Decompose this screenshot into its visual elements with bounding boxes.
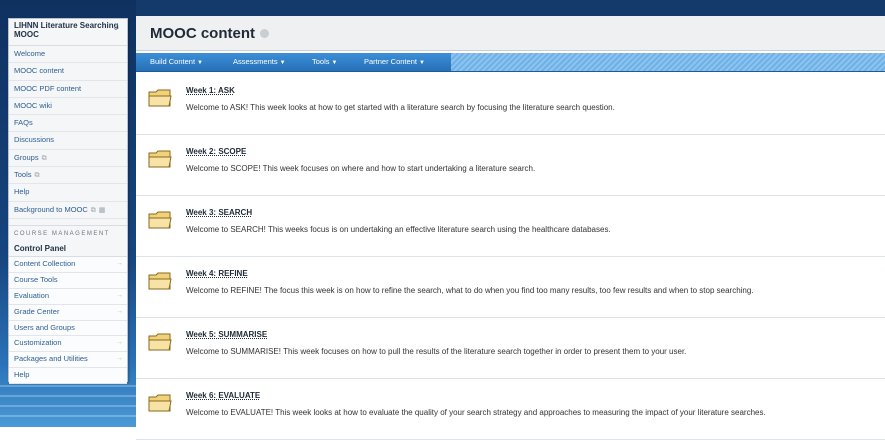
course-management-heading: COURSE MANAGEMENT — [9, 224, 127, 242]
options-icon[interactable] — [260, 28, 269, 38]
folder-icon[interactable] — [148, 210, 172, 230]
arrow-right-icon: → — [116, 291, 123, 299]
content-item-title[interactable]: Week 6: EVALUATE — [186, 391, 260, 400]
main-content: MOOC content Build Content ▼ Assessments ▼… — [136, 16, 885, 440]
course-menu: LIHNN Literature Searching MOOC ⌂ Welcom… — [8, 18, 128, 385]
partner-content-button[interactable]: Partner Content ▼ — [364, 53, 425, 71]
external-link-icon: ⧉ — [90, 206, 96, 214]
content-item-week-4: Week 4: REFINE Welcome to REFINE! The fo… — [136, 257, 885, 318]
menu-item-discussions[interactable]: Discussions — [9, 132, 127, 150]
content-item-description: Welcome to REFINE! The focus this week i… — [186, 286, 754, 295]
menu-item-faqs[interactable]: FAQs — [9, 115, 127, 133]
content-item-title[interactable]: Week 5: SUMMARISE — [186, 330, 267, 339]
menu-item-tools[interactable]: Tools ⧉ — [9, 167, 127, 185]
cp-item-content-collection[interactable]: Content Collection → — [9, 256, 127, 273]
hidden-icon: ▦ — [98, 206, 106, 214]
cp-item-customization[interactable]: Customization → — [9, 336, 127, 353]
content-item-title[interactable]: Week 4: REFINE — [186, 269, 248, 278]
cp-item-help[interactable]: Help — [9, 368, 127, 385]
folder-icon[interactable] — [148, 393, 172, 413]
menu-item-background[interactable]: Background to MOOC ⧉ ▦ — [9, 202, 127, 219]
content-item-title[interactable]: Week 1: ASK — [186, 86, 235, 95]
menu-item-welcome[interactable]: Welcome — [9, 46, 127, 64]
content-item-week-5: Week 5: SUMMARISE Welcome to SUMMARISE! … — [136, 318, 885, 379]
tools-button[interactable]: Tools ▼ — [312, 53, 337, 71]
cp-item-users-and-groups[interactable]: Users and Groups — [9, 320, 127, 337]
content-item-description: Welcome to SUMMARISE! This week focuses … — [186, 347, 687, 356]
assessments-button[interactable]: Assessments ▼ — [233, 53, 286, 71]
page-header: MOOC content — [136, 16, 885, 51]
folder-icon[interactable] — [148, 149, 172, 169]
content-item-description: Welcome to SEARCH! This weeks focus is o… — [186, 225, 611, 234]
action-toolbar: Build Content ▼ Assessments ▼ Tools ▼ Partn… — [136, 53, 885, 72]
external-link-icon: ⧉ — [34, 172, 40, 180]
content-item-week-2: Week 2: SCOPE Welcome to SCOPE! This wee… — [136, 135, 885, 196]
home-icon[interactable]: ⌂ — [114, 22, 123, 31]
content-item-week-3: Week 3: SEARCH Welcome to SEARCH! This w… — [136, 196, 885, 257]
menu-item-mooc-wiki[interactable]: MOOC wiki — [9, 98, 127, 116]
course-title[interactable]: LIHNN Literature Searching MOOC ⌂ — [9, 19, 127, 46]
arrow-right-icon: → — [116, 339, 123, 347]
arrow-right-icon: → — [116, 355, 123, 363]
content-item-week-6: Week 6: EVALUATE Welcome to EVALUATE! Th… — [136, 379, 885, 440]
cp-item-packages-and-utilities[interactable]: Packages and Utilities → — [9, 352, 127, 369]
menu-item-mooc-pdf-content[interactable]: MOOC PDF content — [9, 81, 127, 98]
content-item-week-1: Week 1: ASK Welcome to ASK! This week lo… — [136, 74, 885, 135]
course-title-label: LIHNN Literature Searching MOOC — [14, 21, 119, 39]
folder-icon[interactable] — [148, 88, 172, 108]
folder-icon[interactable] — [148, 271, 172, 291]
content-list: Week 1: ASK Welcome to ASK! This week lo… — [136, 74, 885, 440]
cp-item-course-tools[interactable]: Course Tools — [9, 272, 127, 289]
content-item-description: Welcome to SCOPE! This week focuses on w… — [186, 164, 536, 173]
menu-item-groups[interactable]: Groups ⧉ — [9, 150, 127, 168]
cp-item-evaluation[interactable]: Evaluation → — [9, 288, 127, 305]
build-content-button[interactable]: Build Content ▼ — [150, 53, 203, 71]
chevron-down-icon: ▼ — [279, 60, 286, 66]
menu-item-mooc-content[interactable]: MOOC content — [9, 63, 127, 81]
folder-icon[interactable] — [148, 332, 172, 352]
cp-item-grade-center[interactable]: Grade Center → — [9, 304, 127, 321]
chevron-down-icon: ▼ — [197, 60, 203, 66]
content-item-title[interactable]: Week 2: SCOPE — [186, 147, 246, 156]
content-item-description: Welcome to ASK! This week looks at how t… — [186, 103, 615, 112]
control-panel-title: Control Panel — [9, 242, 127, 257]
page-title: MOOC content — [150, 25, 269, 42]
menu-item-help[interactable]: Help — [9, 184, 127, 202]
chevron-down-icon: ▼ — [418, 60, 425, 66]
arrow-right-icon: → — [116, 307, 123, 315]
content-item-title[interactable]: Week 3: SEARCH — [186, 208, 252, 217]
chevron-down-icon: ▼ — [331, 60, 338, 66]
arrow-right-icon: → — [116, 259, 123, 267]
content-item-description: Welcome to EVALUATE! This week looks at … — [186, 408, 766, 417]
external-link-icon: ⧉ — [41, 154, 47, 162]
